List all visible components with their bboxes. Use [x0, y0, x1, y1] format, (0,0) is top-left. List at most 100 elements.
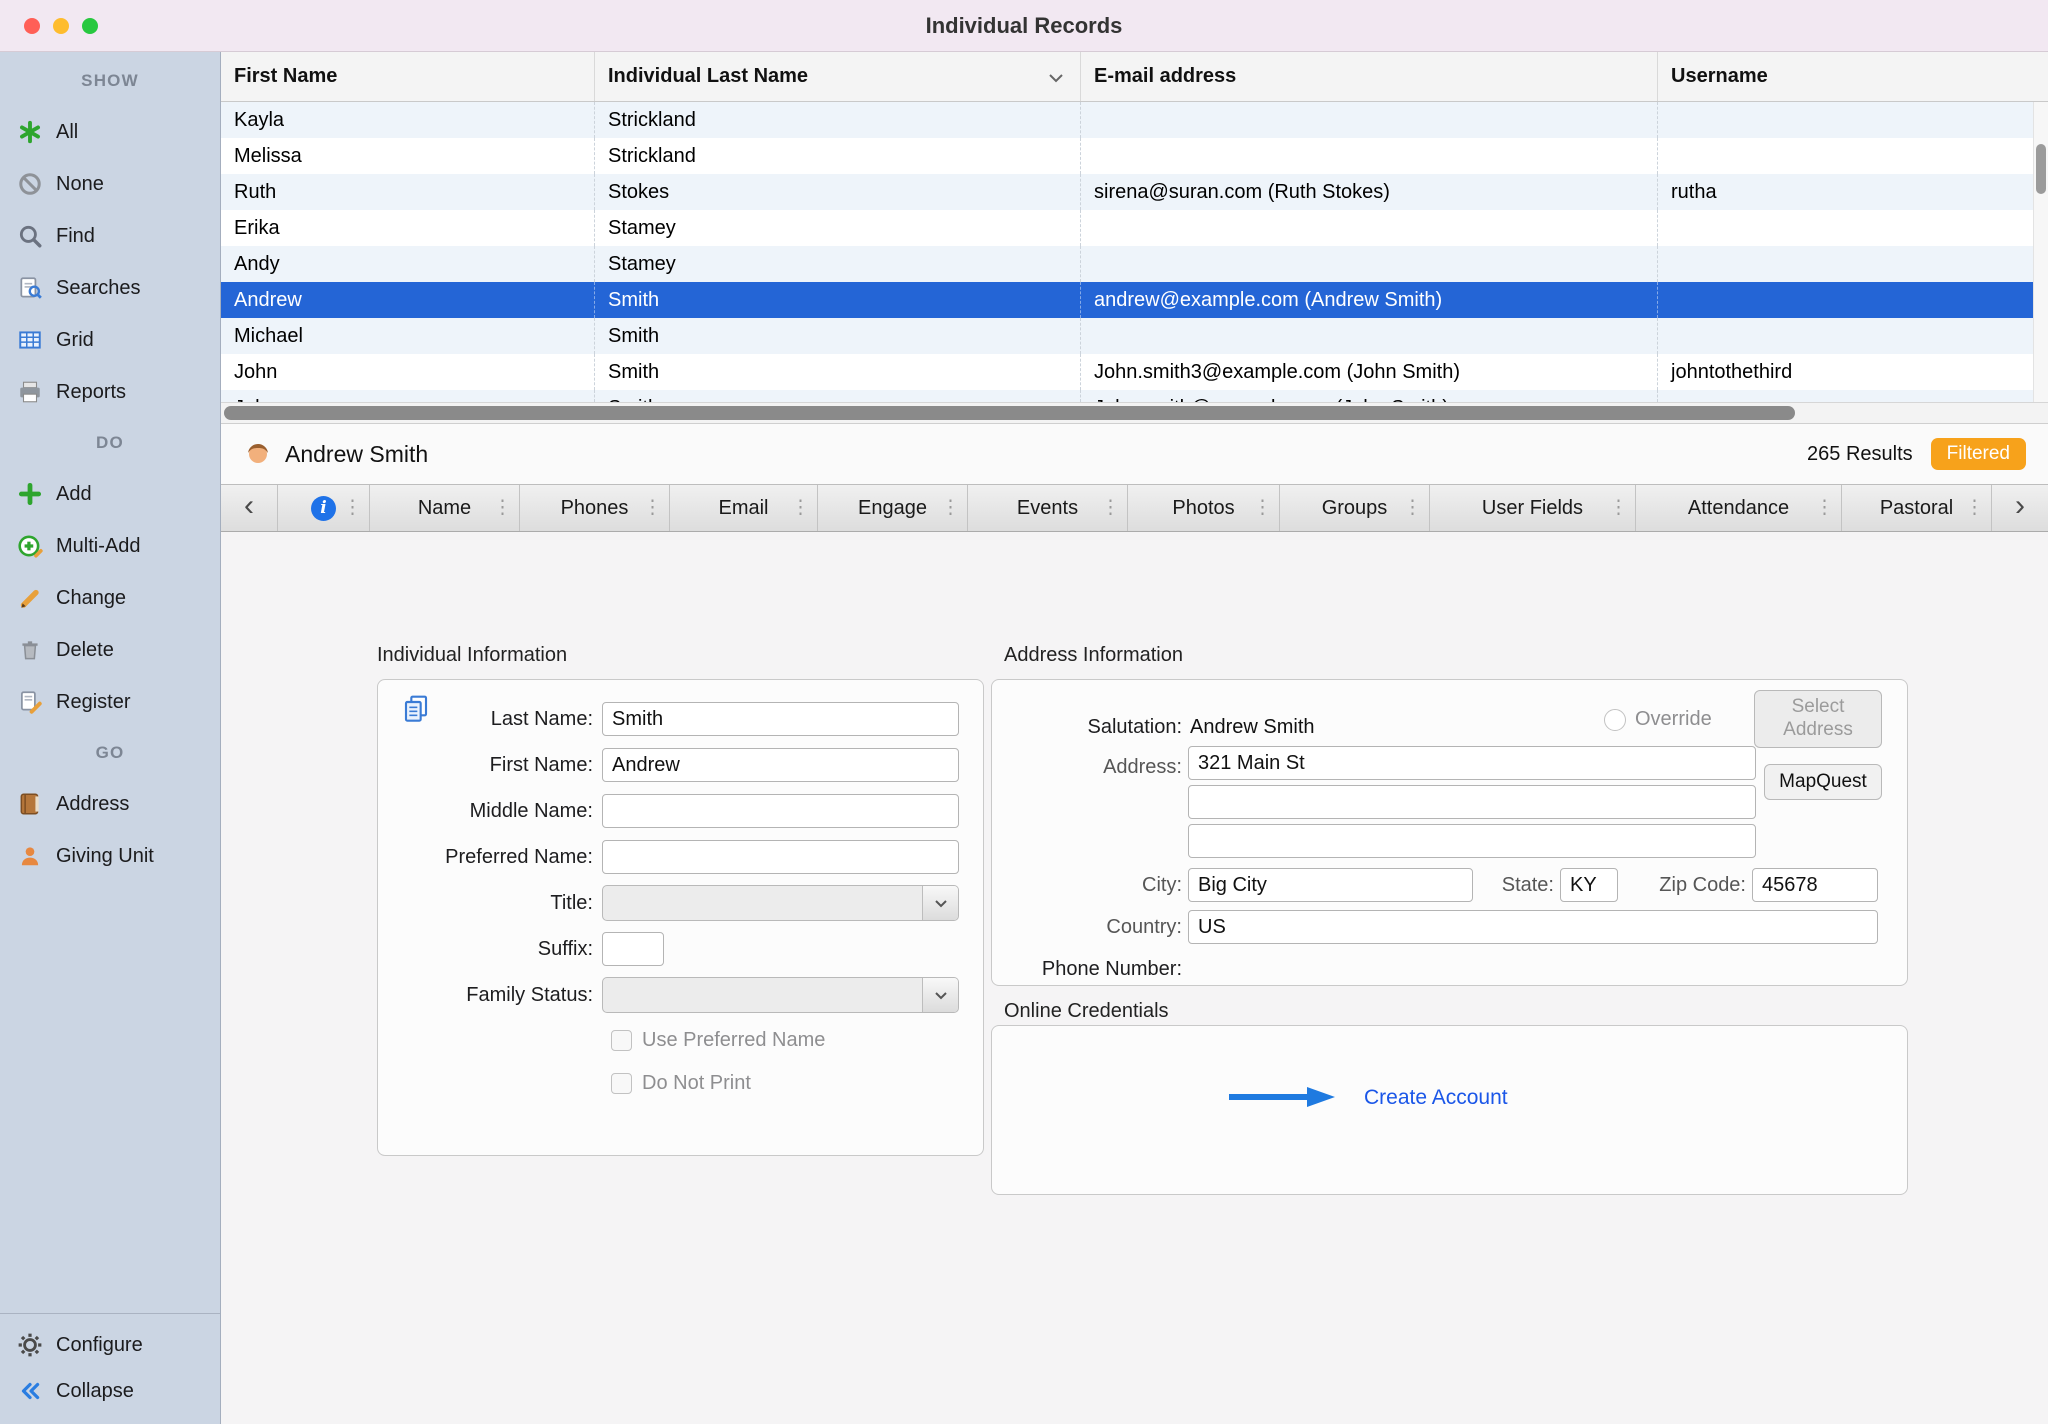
zip-input[interactable]	[1752, 868, 1878, 902]
sidebar-item-all[interactable]: All	[0, 106, 220, 158]
chevron-down-icon	[922, 978, 958, 1012]
city-input[interactable]	[1188, 868, 1473, 902]
sidebar-item-register[interactable]: Register	[0, 676, 220, 728]
sidebar-item-label: Configure	[56, 1334, 143, 1357]
sidebar-item-multi-add[interactable]: Multi-Add	[0, 520, 220, 572]
vertical-scrollbar-thumb[interactable]	[2036, 144, 2046, 194]
sidebar-item-label: Collapse	[56, 1380, 134, 1403]
tab-photos[interactable]: Photos⋮	[1128, 485, 1280, 531]
select-address-button[interactable]: Select Address	[1754, 690, 1882, 748]
table-row[interactable]: Michael Smith	[221, 318, 2048, 354]
detail-tabbar: ‹ i ⋮ Name⋮ Phones⋮ Email⋮ Engage⋮ Event…	[221, 484, 2048, 532]
address-line3-input[interactable]	[1188, 824, 1756, 858]
table-row[interactable]: Andy Stamey	[221, 246, 2048, 282]
title-select[interactable]	[602, 885, 959, 921]
horizontal-scrollbar-thumb[interactable]	[224, 406, 1795, 420]
tab-info[interactable]: i ⋮	[278, 485, 370, 531]
vertical-scrollbar[interactable]	[2033, 102, 2048, 402]
sidebar-item-giving-unit[interactable]: Giving Unit	[0, 830, 220, 882]
sidebar-item-reports[interactable]: Reports	[0, 366, 220, 418]
middle-name-input[interactable]	[602, 794, 959, 828]
table-row[interactable]: Ruth Stokes sirena@suran.com (Ruth Stoke…	[221, 174, 2048, 210]
tab-options-icon[interactable]: ⋮	[1253, 497, 1272, 520]
column-header-first-name[interactable]: First Name	[221, 52, 595, 101]
suffix-input[interactable]	[602, 932, 664, 966]
tab-scroll-right[interactable]: ›	[1992, 485, 2048, 531]
window-controls	[24, 18, 98, 34]
tab-options-icon[interactable]: ⋮	[791, 497, 810, 520]
none-icon	[17, 171, 43, 197]
country-input[interactable]	[1188, 910, 1878, 944]
collapse-button[interactable]: Collapse	[0, 1368, 220, 1414]
tab-options-icon[interactable]: ⋮	[1965, 497, 1984, 520]
tab-options-icon[interactable]: ⋮	[1609, 497, 1628, 520]
tab-events[interactable]: Events⋮	[968, 485, 1128, 531]
preferred-name-input[interactable]	[602, 840, 959, 874]
tab-options-icon[interactable]: ⋮	[1101, 497, 1120, 520]
tab-options-icon[interactable]: ⋮	[941, 497, 960, 520]
column-header-last-name[interactable]: Individual Last Name	[595, 52, 1081, 101]
override-checkbox[interactable]	[1604, 709, 1626, 731]
table-row[interactable]: Melissa Strickland	[221, 138, 2048, 174]
sidebar-item-delete[interactable]: Delete	[0, 624, 220, 676]
address-book-icon	[17, 791, 43, 817]
family-status-select[interactable]	[602, 977, 959, 1013]
tab-options-icon[interactable]: ⋮	[1403, 497, 1422, 520]
field-suffix: Suffix:	[378, 930, 983, 968]
last-name-input[interactable]	[602, 702, 959, 736]
table-row-selected[interactable]: Andrew Smith andrew@example.com (Andrew …	[221, 282, 2048, 318]
table-row[interactable]: John Smith John.smith3@example.com (John…	[221, 354, 2048, 390]
sidebar-item-none[interactable]: None	[0, 158, 220, 210]
address-info-title: Address Information	[1004, 644, 1183, 667]
tab-groups[interactable]: Groups⋮	[1280, 485, 1430, 531]
sidebar-item-address[interactable]: Address	[0, 778, 220, 830]
pencil-icon	[17, 585, 43, 611]
sidebar-item-add[interactable]: Add	[0, 468, 220, 520]
tab-phones[interactable]: Phones⋮	[520, 485, 670, 531]
column-header-username[interactable]: Username	[1658, 52, 2048, 101]
tab-email[interactable]: Email⋮	[670, 485, 818, 531]
tab-options-icon[interactable]: ⋮	[493, 497, 512, 520]
address-line2-input[interactable]	[1188, 785, 1756, 819]
tab-scroll-left[interactable]: ‹	[221, 485, 278, 531]
sidebar-item-find[interactable]: Find	[0, 210, 220, 262]
search-icon	[17, 223, 43, 249]
close-button[interactable]	[24, 18, 40, 34]
tab-name[interactable]: Name⋮	[370, 485, 520, 531]
table-row-partial[interactable]: John Smith John.smith@example.com (John …	[221, 390, 2048, 402]
tab-user-fields[interactable]: User Fields⋮	[1430, 485, 1636, 531]
address-line1-input[interactable]	[1188, 746, 1756, 780]
tab-options-icon[interactable]: ⋮	[1815, 497, 1834, 520]
sidebar-item-searches[interactable]: Searches	[0, 262, 220, 314]
tab-pastoral[interactable]: Pastoral⋮	[1842, 485, 1992, 531]
register-icon	[17, 689, 43, 715]
column-header-email[interactable]: E-mail address	[1081, 52, 1658, 101]
sidebar-section-go: GO	[0, 738, 220, 768]
sidebar-item-grid[interactable]: Grid	[0, 314, 220, 366]
create-account-link[interactable]: Create Account	[1364, 1086, 1508, 1110]
do-not-print-checkbox[interactable]	[611, 1073, 632, 1094]
tab-options-icon[interactable]: ⋮	[643, 497, 662, 520]
sidebar-item-label: All	[56, 121, 78, 144]
trash-icon	[17, 637, 43, 663]
field-first-name: First Name:	[378, 746, 983, 784]
table-row[interactable]: Erika Stamey	[221, 210, 2048, 246]
field-last-name: Last Name:	[378, 700, 983, 738]
zoom-button[interactable]	[82, 18, 98, 34]
window-title: Individual Records	[926, 13, 1123, 39]
first-name-input[interactable]	[602, 748, 959, 782]
mapquest-button[interactable]: MapQuest	[1764, 764, 1882, 800]
tab-engage[interactable]: Engage⋮	[818, 485, 968, 531]
table-header: First Name Individual Last Name E-mail a…	[221, 52, 2048, 102]
tab-options-icon[interactable]: ⋮	[343, 497, 362, 520]
configure-button[interactable]: Configure	[0, 1322, 220, 1368]
tab-attendance[interactable]: Attendance⋮	[1636, 485, 1842, 531]
minimize-button[interactable]	[53, 18, 69, 34]
filtered-badge[interactable]: Filtered	[1931, 438, 2026, 470]
table-row[interactable]: Kayla Strickland	[221, 102, 2048, 138]
horizontal-scrollbar[interactable]	[221, 402, 2048, 424]
sidebar-item-change[interactable]: Change	[0, 572, 220, 624]
sidebar-item-label: Register	[56, 691, 130, 714]
use-preferred-name-checkbox[interactable]	[611, 1030, 632, 1051]
state-input[interactable]	[1560, 868, 1618, 902]
